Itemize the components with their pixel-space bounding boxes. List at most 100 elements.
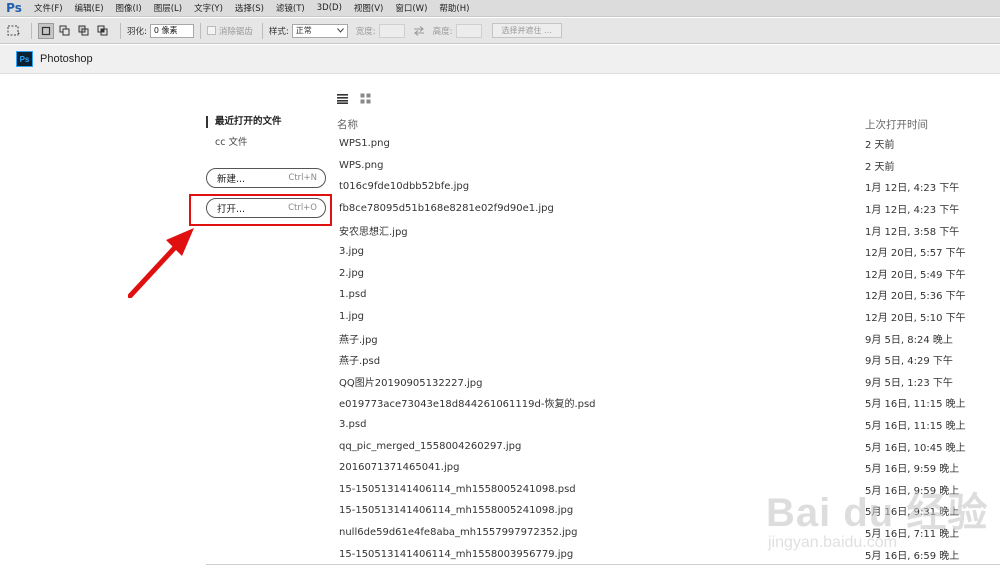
table-row[interactable]: null6de59d61e4fe8aba_mh1557997972352.jpg…	[337, 522, 962, 544]
file-date: 1月 12日, 3:58 下午	[865, 226, 960, 238]
select-and-mask-button[interactable]: 选择并遮住 ...	[491, 23, 562, 38]
table-row[interactable]: 燕子.psd 9月 5日, 4:29 下午	[337, 349, 962, 371]
swap-icon[interactable]	[411, 23, 427, 39]
new-button-label: 新建...	[217, 174, 246, 185]
file-date: 2 天前	[865, 140, 895, 152]
file-date: 2 天前	[865, 161, 895, 173]
subtract-selection-icon[interactable]	[76, 23, 92, 39]
file-date: 5月 16日, 6:59 晚上	[865, 550, 960, 562]
menu-image[interactable]: 图像(I)	[110, 2, 148, 14]
start-header: Ps Photoshop	[0, 45, 1000, 74]
file-date: 12月 20日, 5:49 下午	[865, 269, 966, 281]
highlight-box	[189, 194, 332, 226]
height-input[interactable]	[455, 23, 482, 38]
list-view-icon[interactable]	[337, 93, 348, 104]
file-date: 1月 12日, 4:23 下午	[865, 183, 960, 195]
menu-help[interactable]: 帮助(H)	[433, 2, 475, 14]
menu-layer[interactable]: 图层(L)	[148, 2, 188, 14]
marquee-tool-icon[interactable]	[6, 23, 22, 39]
menu-select[interactable]: 选择(S)	[229, 2, 270, 14]
menu-file[interactable]: 文件(F)	[28, 2, 69, 14]
ps-menu-logo[interactable]: Ps	[0, 1, 28, 15]
file-date: 9月 5日, 8:24 晚上	[865, 334, 953, 346]
menu-window[interactable]: 窗口(W)	[389, 2, 433, 14]
red-arrow-icon	[128, 228, 194, 298]
table-row[interactable]: fb8ce78095d51b168e8281e02f9d90e1.jpg 1月 1…	[337, 198, 962, 220]
file-name: null6de59d61e4fe8aba_mh1557997972352.jpg	[339, 526, 578, 538]
view-toggle	[337, 93, 371, 104]
table-row[interactable]: 安农思想汇.jpg 1月 12日, 3:58 下午	[337, 219, 962, 241]
column-date-header[interactable]: 上次打开时间	[865, 117, 962, 132]
file-name: 1.jpg	[339, 311, 365, 323]
table-row[interactable]: t016c9fde10dbb52bfe.jpg 1月 12日, 4:23 下午	[337, 176, 962, 198]
antialias-label: 消除锯齿	[218, 26, 253, 37]
file-date: 5月 16日, 9:59 晚上	[865, 485, 960, 497]
menu-filter[interactable]: 滤镜(T)	[270, 2, 311, 14]
table-row[interactable]: WPS1.png 2 天前	[337, 133, 962, 155]
table-row[interactable]: 1.psd 12月 20日, 5:36 下午	[337, 284, 966, 306]
file-name: 2.jpg	[339, 267, 365, 279]
menu-view[interactable]: 视图(V)	[348, 2, 389, 14]
table-row[interactable]: 3.jpg 12月 20日, 5:57 下午	[337, 241, 966, 263]
add-selection-icon[interactable]	[57, 23, 73, 39]
height-label: 高度:	[432, 26, 453, 37]
file-date: 12月 20日, 5:10 下午	[865, 313, 966, 325]
column-name-header[interactable]: 名称	[337, 117, 358, 132]
file-name: 2016071371465041.jpg	[339, 462, 460, 474]
table-row[interactable]: 15-150513141406114_mh1558005241098.jpg 5月…	[337, 500, 962, 522]
file-date: 5月 16日, 11:15 晚上	[865, 421, 966, 433]
photoshop-logo: Ps	[16, 51, 33, 67]
table-row[interactable]: 3.psd 5月 16日, 11:15 晚上	[337, 414, 966, 436]
file-date: 9月 5日, 4:29 下午	[865, 356, 953, 368]
new-selection-icon[interactable]	[38, 22, 54, 39]
file-name: e019773ace73043e18d844261061119d-恢复的.psd	[339, 399, 596, 411]
table-row[interactable]: 燕子.jpg 9月 5日, 8:24 晚上	[337, 327, 962, 349]
table-header: 名称 上次打开时间	[337, 115, 962, 133]
grid-view-icon[interactable]	[360, 93, 371, 104]
menu-edit[interactable]: 编辑(E)	[69, 2, 110, 14]
file-date: 5月 16日, 9:31 晚上	[865, 507, 960, 519]
file-name: 安农思想汇.jpg	[339, 226, 408, 238]
file-name: fb8ce78095d51b168e8281e02f9d90e1.jpg	[339, 203, 554, 215]
recent-files-nav[interactable]: 最近打开的文件	[206, 115, 331, 129]
table-row[interactable]: 15-150513141406114_mh1558005241098.psd 5月…	[337, 479, 962, 501]
file-date: 5月 16日, 7:11 晚上	[865, 528, 960, 540]
cc-files-nav[interactable]: cc 文件	[206, 137, 331, 149]
table-row[interactable]: 2016071371465041.jpg 5月 16日, 9:59 晚上	[337, 457, 962, 479]
table-row[interactable]: 2.jpg 12月 20日, 5:49 下午	[337, 263, 966, 285]
file-date: 9月 5日, 1:23 下午	[865, 377, 953, 389]
file-name: qq_pic_merged_1558004260297.jpg	[339, 440, 522, 452]
style-select[interactable]: 正常	[291, 23, 348, 38]
file-date: 5月 16日, 9:59 晚上	[865, 464, 960, 476]
file-name: 1.psd	[339, 289, 367, 301]
width-label: 宽度:	[355, 26, 376, 37]
file-date: 5月 16日, 10:45 晚上	[865, 442, 966, 454]
menu-3d[interactable]: 3D(D)	[311, 3, 348, 13]
file-date: 12月 20日, 5:57 下午	[865, 248, 966, 260]
new-button[interactable]: 新建... Ctrl+N	[206, 168, 326, 188]
table-row[interactable]: qq_pic_merged_1558004260297.jpg 5月 16日, 1…	[337, 435, 966, 457]
antialias-checkbox[interactable]	[206, 26, 216, 35]
table-row[interactable]: 1.jpg 12月 20日, 5:10 下午	[337, 306, 966, 328]
style-label: 样式:	[268, 26, 289, 37]
app-title: Photoshop	[40, 53, 93, 65]
menu-type[interactable]: 文字(Y)	[188, 2, 229, 14]
file-date: 5月 16日, 11:15 晚上	[865, 399, 966, 411]
width-input[interactable]	[378, 23, 405, 38]
new-shortcut: Ctrl+N	[288, 173, 317, 183]
table-row[interactable]: WPS.png 2 天前	[337, 155, 962, 177]
file-name: WPS1.png	[339, 138, 390, 150]
file-date: 12月 20日, 5:36 下午	[865, 291, 966, 303]
divider	[120, 22, 121, 39]
table-row[interactable]: e019773ace73043e18d844261061119d-恢复的.psd…	[337, 392, 966, 414]
table-row[interactable]: 15-150513141406114_mh1558003956779.jpg 5月…	[337, 543, 962, 565]
intersect-selection-icon[interactable]	[95, 23, 111, 39]
divider	[31, 22, 32, 39]
file-name: 15-150513141406114_mh1558005241098.psd	[339, 483, 576, 495]
file-name: t016c9fde10dbb52bfe.jpg	[339, 181, 470, 193]
feather-input[interactable]: 0 像素	[149, 23, 194, 38]
options-bar: 羽化: 0 像素 消除锯齿 样式: 正常 宽度: 高度: 选择并遮住 ...	[0, 18, 1000, 44]
table-row[interactable]: QQ图片20190905132227.jpg 9月 5日, 1:23 下午	[337, 371, 962, 393]
file-name: 3.psd	[339, 419, 367, 431]
divider	[206, 564, 1000, 565]
